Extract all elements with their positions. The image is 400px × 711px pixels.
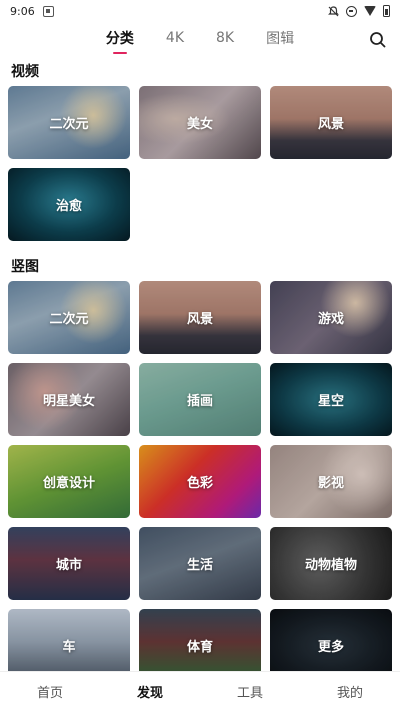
tile-label: 体育 — [186, 640, 213, 655]
vertical-tile-celebrity[interactable]: 明星美女 — [8, 363, 130, 436]
tile-label: 治愈 — [55, 199, 82, 214]
vertical-tile-film[interactable]: 影视 — [270, 445, 392, 518]
active-tab-indicator — [112, 52, 127, 54]
do-not-disturb-icon — [346, 5, 357, 17]
search-button[interactable] — [368, 30, 388, 50]
vertical-tile-animals-plants[interactable]: 动物植物 — [270, 527, 392, 600]
nav-tools[interactable]: 工具 — [200, 672, 300, 711]
video-tile-healing[interactable]: 治愈 — [8, 168, 130, 241]
section-title-vertical: 竖图 — [11, 259, 39, 275]
tile-label: 生活 — [186, 558, 213, 573]
video-tile-scenery[interactable]: 风景 — [270, 86, 392, 159]
vertical-tile-anime[interactable]: 二次元 — [8, 281, 130, 354]
section-title-video: 视频 — [11, 64, 39, 80]
tab-label: 图辑 — [266, 31, 295, 47]
content-area[interactable]: 视频 二次元 美女 风景 治愈 竖图 二次元 风景 游戏 明星美女 插画 星空 … — [0, 58, 400, 671]
video-tile-anime[interactable]: 二次元 — [8, 86, 130, 159]
vertical-tile-game[interactable]: 游戏 — [270, 281, 392, 354]
tab-label: 4K — [165, 30, 184, 46]
vertical-tile-color[interactable]: 色彩 — [139, 445, 261, 518]
vertical-tile-car[interactable]: 车 — [8, 609, 130, 671]
vertical-tile-life[interactable]: 生活 — [139, 527, 261, 600]
notification-icon — [42, 5, 54, 17]
video-grid: 二次元 美女 风景 治愈 — [0, 86, 400, 241]
vertical-tile-sports[interactable]: 体育 — [139, 609, 261, 671]
vertical-tile-city[interactable]: 城市 — [8, 527, 130, 600]
tab-8k[interactable]: 8K — [216, 30, 234, 50]
tile-label: 更多 — [317, 640, 344, 655]
vertical-tile-starry-sky[interactable]: 星空 — [270, 363, 392, 436]
status-time: 9:06 — [10, 4, 35, 18]
nav-me[interactable]: 我的 — [300, 672, 400, 711]
vertical-tile-scenery[interactable]: 风景 — [139, 281, 261, 354]
bottom-nav: 首页 发现 工具 我的 — [0, 671, 400, 711]
status-bar: 9:06 — [0, 0, 400, 22]
tile-label: 风景 — [186, 312, 213, 327]
tab-label: 分类 — [105, 31, 134, 47]
wifi-icon — [364, 6, 376, 16]
tile-label: 美女 — [186, 117, 213, 132]
tile-label: 影视 — [317, 476, 344, 491]
tab-album[interactable]: 图辑 — [266, 28, 294, 52]
vertical-grid: 二次元 风景 游戏 明星美女 插画 星空 创意设计 色彩 影视 城市 生活 动物… — [0, 281, 400, 671]
bell-off-icon — [328, 5, 339, 17]
tile-label: 创意设计 — [42, 476, 95, 491]
nav-discover[interactable]: 发现 — [100, 672, 200, 711]
status-icons — [328, 5, 390, 17]
top-tabs: 分类 4K 8K 图辑 — [0, 22, 400, 58]
tile-label: 星空 — [317, 394, 344, 409]
tile-label: 车 — [62, 640, 76, 655]
tile-label: 动物植物 — [304, 558, 357, 573]
tile-label: 色彩 — [186, 476, 213, 491]
vertical-tile-more[interactable]: 更多 — [270, 609, 392, 671]
tile-label: 明星美女 — [42, 394, 95, 409]
tab-label: 8K — [216, 30, 235, 46]
nav-home[interactable]: 首页 — [0, 672, 100, 711]
vertical-tile-illustration[interactable]: 插画 — [139, 363, 261, 436]
tile-label: 游戏 — [317, 312, 344, 327]
tab-category[interactable]: 分类 — [105, 28, 134, 54]
tile-label: 风景 — [317, 117, 344, 132]
battery-icon — [383, 5, 390, 17]
tab-4k[interactable]: 4K — [166, 30, 184, 50]
tile-label: 插画 — [186, 394, 213, 409]
vertical-tile-creative-design[interactable]: 创意设计 — [8, 445, 130, 518]
video-tile-beauty[interactable]: 美女 — [139, 86, 261, 159]
tile-label: 二次元 — [49, 312, 89, 327]
search-icon — [370, 32, 386, 48]
tile-label: 城市 — [55, 558, 82, 573]
tile-label: 二次元 — [49, 117, 89, 132]
